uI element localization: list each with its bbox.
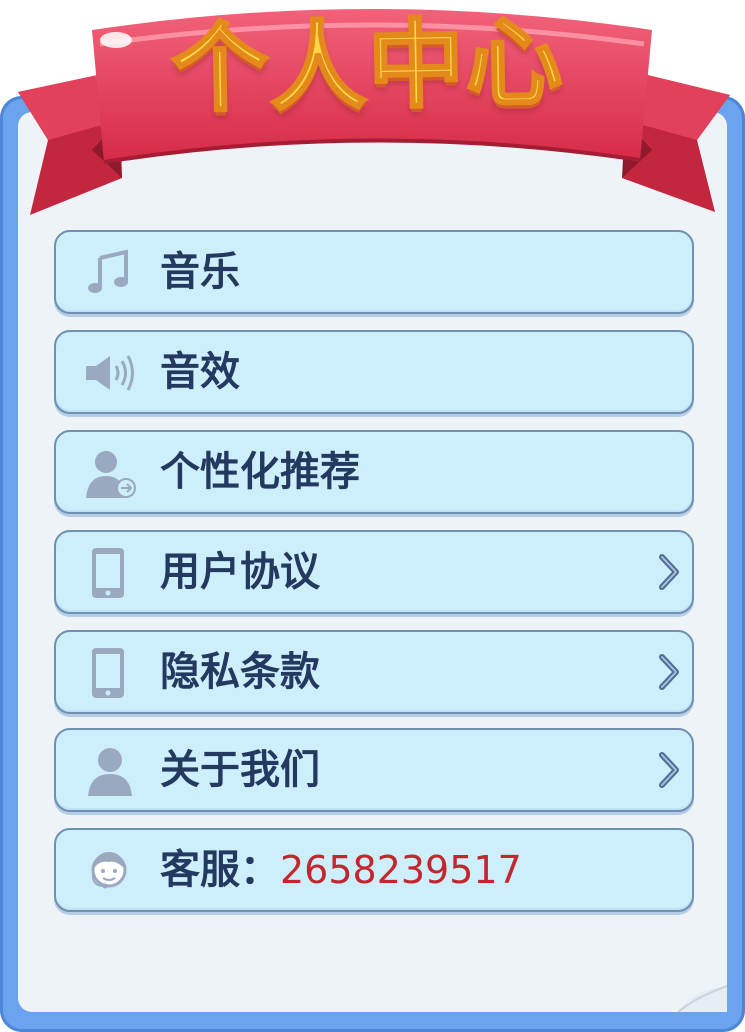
chevron-right-icon	[659, 752, 679, 788]
menu-item-sound[interactable]: 音效	[54, 330, 694, 414]
customer-service-text: 客服：	[160, 847, 280, 893]
user-share-icon	[86, 451, 136, 498]
customer-service-label: 客服：2658239517	[160, 830, 522, 910]
chevron-right-icon	[659, 654, 679, 690]
music-note-icon	[88, 249, 128, 293]
menu-item-music[interactable]: 音乐	[54, 230, 694, 314]
menu-item-label: 音乐	[160, 249, 240, 295]
menu-item-privacy[interactable]: 隐私条款	[54, 630, 694, 714]
menu-item-customer-service[interactable]: 客服：2658239517	[54, 828, 694, 912]
menu-item-label: 隐私条款	[160, 649, 320, 695]
phone-number[interactable]: 2658239517	[280, 848, 522, 892]
tablet-icon	[92, 648, 124, 698]
customer-service-icon	[91, 852, 127, 889]
page-curl-icon	[678, 985, 727, 1012]
tablet-icon	[92, 548, 124, 598]
menu-item-label: 音效	[160, 349, 240, 395]
speaker-icon	[86, 355, 134, 391]
menu-item-label: 用户协议	[160, 549, 320, 595]
chevron-right-icon	[659, 554, 679, 590]
page-title: 个人中心	[170, 5, 567, 127]
menu-item-personalized[interactable]: 个性化推荐	[54, 430, 694, 514]
menu-item-about[interactable]: 关于我们	[54, 728, 694, 812]
menu-item-user-agreement[interactable]: 用户协议	[54, 530, 694, 614]
menu-item-label: 个性化推荐	[160, 449, 360, 495]
user-icon	[88, 748, 132, 796]
menu-item-label: 关于我们	[160, 747, 320, 793]
